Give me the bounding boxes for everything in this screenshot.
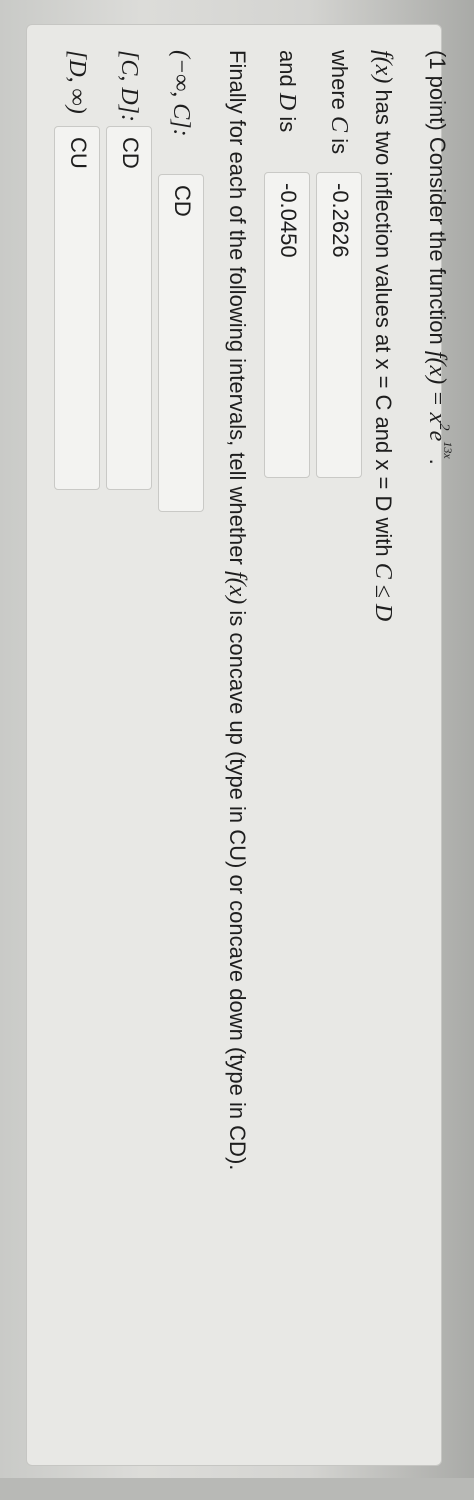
c-value-input[interactable]: -0.2626	[316, 172, 362, 478]
inflection-condition: C ≤ D	[370, 562, 396, 622]
intro-text: Consider the function	[425, 136, 450, 345]
function-exponent-1: 2	[436, 423, 452, 431]
d-label: and D is	[274, 50, 300, 133]
function-base: x	[424, 412, 450, 424]
points-label: (1 point)	[425, 50, 450, 131]
c-label: where C is	[326, 50, 352, 155]
interval-2-input[interactable]: CD	[106, 126, 152, 490]
concavity-instructions: Finally for each of the following interv…	[224, 50, 250, 1171]
interval-1-input[interactable]: CD	[158, 174, 204, 512]
inflection-text: has two inflection values at x = C and x…	[371, 89, 396, 557]
inflection-statement: f(x) has two inflection values at x = C …	[368, 50, 398, 621]
function-end: .	[425, 458, 450, 465]
d-value-input[interactable]: -0.0450	[264, 172, 310, 478]
f-of-x: f(x)	[370, 50, 396, 84]
interval-1-label: (−∞, C]:	[168, 50, 194, 137]
problem-content: (1 point) Consider the function f(x) = x…	[30, 50, 460, 1500]
function-e: e	[424, 430, 450, 442]
function-exponent-2: 13x	[441, 441, 455, 459]
interval-3-label: [D, ∞)	[64, 50, 90, 114]
interval-2-label: [C, D]:	[116, 50, 142, 123]
problem-statement: (1 point) Consider the function f(x) = x…	[419, 50, 455, 465]
interval-3-input[interactable]: CU	[54, 126, 100, 490]
function-lhs: f(x) =	[424, 350, 450, 407]
